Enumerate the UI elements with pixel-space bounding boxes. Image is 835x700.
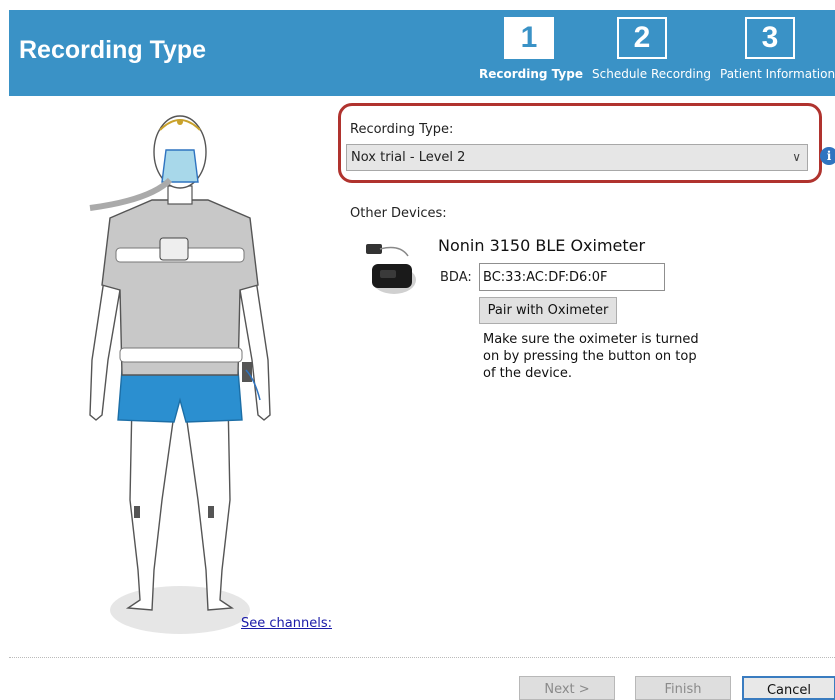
recording-type-dropdown[interactable]: Nox trial - Level 2 ∨ bbox=[346, 144, 808, 171]
finish-button[interactable]: Finish bbox=[635, 676, 731, 700]
patient-sensor-illustration bbox=[80, 100, 280, 645]
step-1[interactable]: 1 Recording Type bbox=[479, 17, 583, 81]
step-3[interactable]: 3 Patient Information bbox=[720, 17, 835, 81]
footer-divider bbox=[9, 657, 835, 658]
pair-oximeter-button[interactable]: Pair with Oximeter bbox=[479, 297, 617, 324]
step-1-label: Recording Type bbox=[479, 67, 583, 81]
recording-type-value: Nox trial - Level 2 bbox=[351, 150, 466, 165]
step-3-number: 3 bbox=[745, 17, 795, 59]
see-channels-link[interactable]: See channels: bbox=[241, 616, 332, 631]
other-devices-label: Other Devices: bbox=[350, 206, 447, 221]
chevron-down-icon: ∨ bbox=[792, 150, 801, 164]
step-1-number: 1 bbox=[504, 17, 554, 59]
header-bar: Recording Type 1 Recording Type 2 Schedu… bbox=[9, 10, 835, 96]
bda-label: BDA: bbox=[440, 270, 472, 285]
patient-figure-icon bbox=[89, 115, 271, 634]
step-2-label: Schedule Recording bbox=[592, 67, 711, 81]
step-2-number: 2 bbox=[617, 17, 667, 59]
step-3-label: Patient Information bbox=[720, 67, 835, 81]
oximeter-hint-text: Make sure the oximeter is turned on by p… bbox=[483, 332, 699, 381]
device-name: Nonin 3150 BLE Oximeter bbox=[438, 236, 646, 255]
step-2[interactable]: 2 Schedule Recording bbox=[592, 17, 711, 81]
next-button[interactable]: Next > bbox=[519, 676, 615, 700]
cancel-button[interactable]: Cancel bbox=[742, 676, 835, 700]
bda-input[interactable] bbox=[479, 263, 665, 291]
info-icon[interactable]: i bbox=[820, 147, 835, 165]
recording-type-highlight bbox=[338, 103, 822, 183]
page-title: Recording Type bbox=[19, 36, 207, 64]
oximeter-device-icon bbox=[366, 244, 416, 294]
recording-type-label: Recording Type: bbox=[350, 122, 454, 137]
